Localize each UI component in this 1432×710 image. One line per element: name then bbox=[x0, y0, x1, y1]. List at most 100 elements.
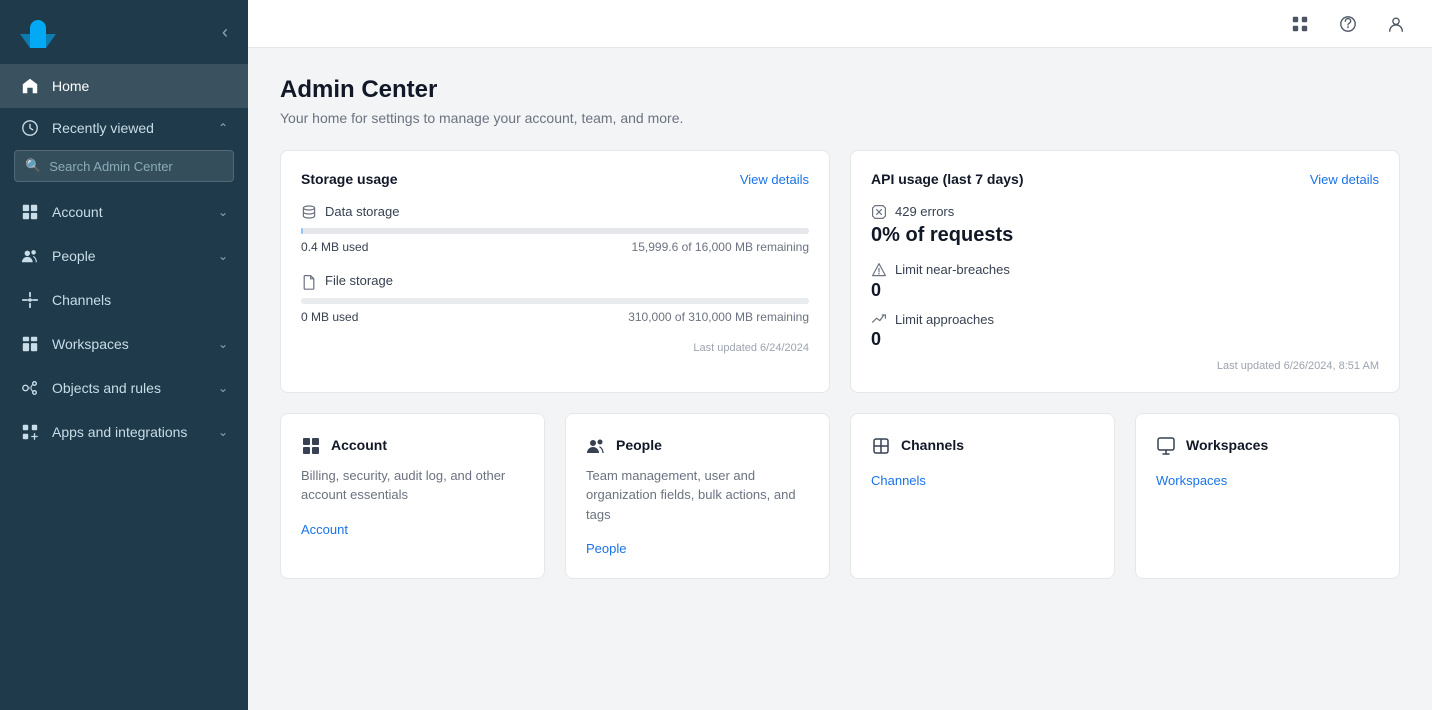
feature-card-account-desc: Billing, security, audit log, and other … bbox=[301, 466, 524, 505]
recently-viewed-label: Recently viewed bbox=[52, 120, 154, 136]
clock-icon bbox=[20, 118, 40, 138]
help-icon-button[interactable] bbox=[1332, 8, 1364, 40]
sidebar-logo-area: ‹ bbox=[0, 0, 248, 64]
file-storage-used: 0 MB used bbox=[301, 310, 358, 324]
data-storage-stats: 0.4 MB used 15,999.6 of 16,000 MB remain… bbox=[301, 240, 809, 254]
api-near-breaches-label: Limit near-breaches bbox=[895, 262, 1010, 277]
sidebar-item-workspaces[interactable]: Workspaces ⌄ bbox=[0, 322, 248, 366]
api-card-title: API usage (last 7 days) bbox=[871, 171, 1024, 187]
api-card: API usage (last 7 days) View details 429… bbox=[850, 150, 1400, 393]
api-approaches-header: Limit approaches bbox=[871, 311, 1379, 328]
warning-icon bbox=[871, 261, 887, 278]
workspaces-chevron: ⌄ bbox=[218, 337, 228, 351]
sidebar-item-apps-integrations[interactable]: Apps and integrations ⌄ bbox=[0, 410, 248, 454]
sidebar-item-account[interactable]: Account ⌄ bbox=[0, 190, 248, 234]
sidebar: ‹ Home Recently viewed ⌃ 🔍 bbox=[0, 0, 248, 710]
grid-icon-button[interactable] bbox=[1284, 8, 1316, 40]
storage-card: Storage usage View details Data storage bbox=[280, 150, 830, 393]
feature-card-workspaces: Workspaces Workspaces bbox=[1135, 413, 1400, 579]
data-storage-progress-bg bbox=[301, 228, 809, 234]
feature-card-channels-title: Channels bbox=[901, 437, 964, 453]
feature-card-channels-link[interactable]: Channels bbox=[871, 473, 926, 488]
trending-icon bbox=[871, 311, 887, 328]
storage-last-updated: Last updated 6/24/2024 bbox=[301, 342, 809, 354]
workspaces-icon bbox=[20, 334, 40, 354]
home-icon bbox=[20, 76, 40, 96]
data-storage-label: Data storage bbox=[325, 204, 399, 219]
api-approaches-value: 0 bbox=[871, 329, 1379, 350]
file-storage-stats: 0 MB used 310,000 of 310,000 MB remainin… bbox=[301, 310, 809, 324]
api-near-breaches-value: 0 bbox=[871, 280, 1379, 301]
collapse-sidebar-button[interactable]: ‹ bbox=[222, 22, 228, 43]
sidebar-item-apps-integrations-label: Apps and integrations bbox=[52, 424, 206, 440]
recently-viewed-section[interactable]: Recently viewed ⌃ bbox=[0, 108, 248, 142]
feature-card-account-header: Account bbox=[301, 434, 524, 455]
api-errors-icon bbox=[871, 203, 887, 220]
storage-card-title: Storage usage bbox=[301, 171, 397, 187]
sidebar-item-objects-and-rules[interactable]: Objects and rules ⌄ bbox=[0, 366, 248, 410]
feature-card-workspaces-link[interactable]: Workspaces bbox=[1156, 473, 1227, 488]
api-requests-stat: 0% of requests bbox=[871, 224, 1379, 247]
apps-integrations-icon bbox=[20, 422, 40, 442]
page-subtitle: Your home for settings to manage your ac… bbox=[280, 110, 1400, 126]
feature-card-people-header: People bbox=[586, 434, 809, 455]
file-storage-item: File storage 0 MB used 310,000 of 310,00… bbox=[301, 272, 809, 323]
search-input[interactable] bbox=[49, 159, 223, 174]
feature-card-workspaces-title: Workspaces bbox=[1186, 437, 1268, 453]
sidebar-item-channels[interactable]: Channels ⌄ bbox=[0, 278, 248, 322]
sidebar-item-home[interactable]: Home bbox=[0, 64, 248, 108]
sidebar-item-people-label: People bbox=[52, 248, 206, 264]
data-storage-progress-fill bbox=[301, 228, 303, 234]
data-storage-used: 0.4 MB used bbox=[301, 240, 368, 254]
channels-icon bbox=[20, 290, 40, 310]
file-storage-header: File storage bbox=[301, 272, 809, 289]
search-box[interactable]: 🔍 bbox=[14, 150, 234, 182]
objects-rules-chevron: ⌄ bbox=[218, 381, 228, 395]
storage-view-details-link[interactable]: View details bbox=[740, 172, 809, 187]
file-storage-progress-bg bbox=[301, 298, 809, 304]
workspaces-card-icon bbox=[1156, 434, 1176, 455]
channels-card-icon bbox=[871, 434, 891, 455]
data-storage-header: Data storage bbox=[301, 203, 809, 220]
api-near-breaches-header: Limit near-breaches bbox=[871, 261, 1379, 278]
data-storage-item: Data storage 0.4 MB used 15,999.6 of 16,… bbox=[301, 203, 809, 254]
api-errors-row: 429 errors bbox=[871, 203, 1379, 220]
search-icon: 🔍 bbox=[25, 158, 41, 174]
people-icon bbox=[20, 246, 40, 266]
file-storage-progress-fill bbox=[301, 298, 809, 304]
sidebar-item-people[interactable]: People ⌄ bbox=[0, 234, 248, 278]
api-errors-label: 429 errors bbox=[895, 204, 954, 219]
api-approaches-label: Limit approaches bbox=[895, 312, 994, 327]
sidebar-item-channels-label: Channels bbox=[52, 292, 206, 308]
data-storage-icon bbox=[301, 203, 317, 220]
recently-viewed-chevron: ⌃ bbox=[218, 121, 228, 135]
account-icon bbox=[20, 202, 40, 222]
feature-card-channels: Channels Channels bbox=[850, 413, 1115, 579]
feature-cards-row: Account Billing, security, audit log, an… bbox=[280, 413, 1400, 579]
data-storage-remaining: 15,999.6 of 16,000 MB remaining bbox=[632, 240, 809, 254]
feature-card-people-title: People bbox=[616, 437, 662, 453]
people-chevron: ⌄ bbox=[218, 249, 228, 263]
page-content: Admin Center Your home for settings to m… bbox=[248, 48, 1432, 710]
zendesk-logo bbox=[20, 16, 56, 48]
api-near-breaches: Limit near-breaches 0 bbox=[871, 261, 1379, 301]
sidebar-item-account-label: Account bbox=[52, 204, 206, 220]
file-storage-icon bbox=[301, 272, 317, 289]
api-last-updated: Last updated 6/26/2024, 8:51 AM bbox=[871, 360, 1379, 372]
feature-card-account-link[interactable]: Account bbox=[301, 522, 348, 537]
feature-card-people-desc: Team management, user and organization f… bbox=[586, 466, 809, 525]
feature-card-people-link[interactable]: People bbox=[586, 541, 626, 556]
api-view-details-link[interactable]: View details bbox=[1310, 172, 1379, 187]
account-card-icon bbox=[301, 434, 321, 455]
feature-card-account: Account Billing, security, audit log, an… bbox=[280, 413, 545, 579]
feature-card-people: People Team management, user and organiz… bbox=[565, 413, 830, 579]
apps-integrations-chevron: ⌄ bbox=[218, 425, 228, 439]
people-card-icon bbox=[586, 434, 606, 455]
user-profile-button[interactable] bbox=[1380, 8, 1412, 40]
storage-card-header: Storage usage View details bbox=[301, 171, 809, 187]
feature-card-workspaces-header: Workspaces bbox=[1156, 434, 1379, 455]
file-storage-label: File storage bbox=[325, 273, 393, 288]
topbar bbox=[248, 0, 1432, 48]
api-errors-section: 429 errors 0% of requests bbox=[871, 203, 1379, 247]
api-card-header: API usage (last 7 days) View details bbox=[871, 171, 1379, 187]
